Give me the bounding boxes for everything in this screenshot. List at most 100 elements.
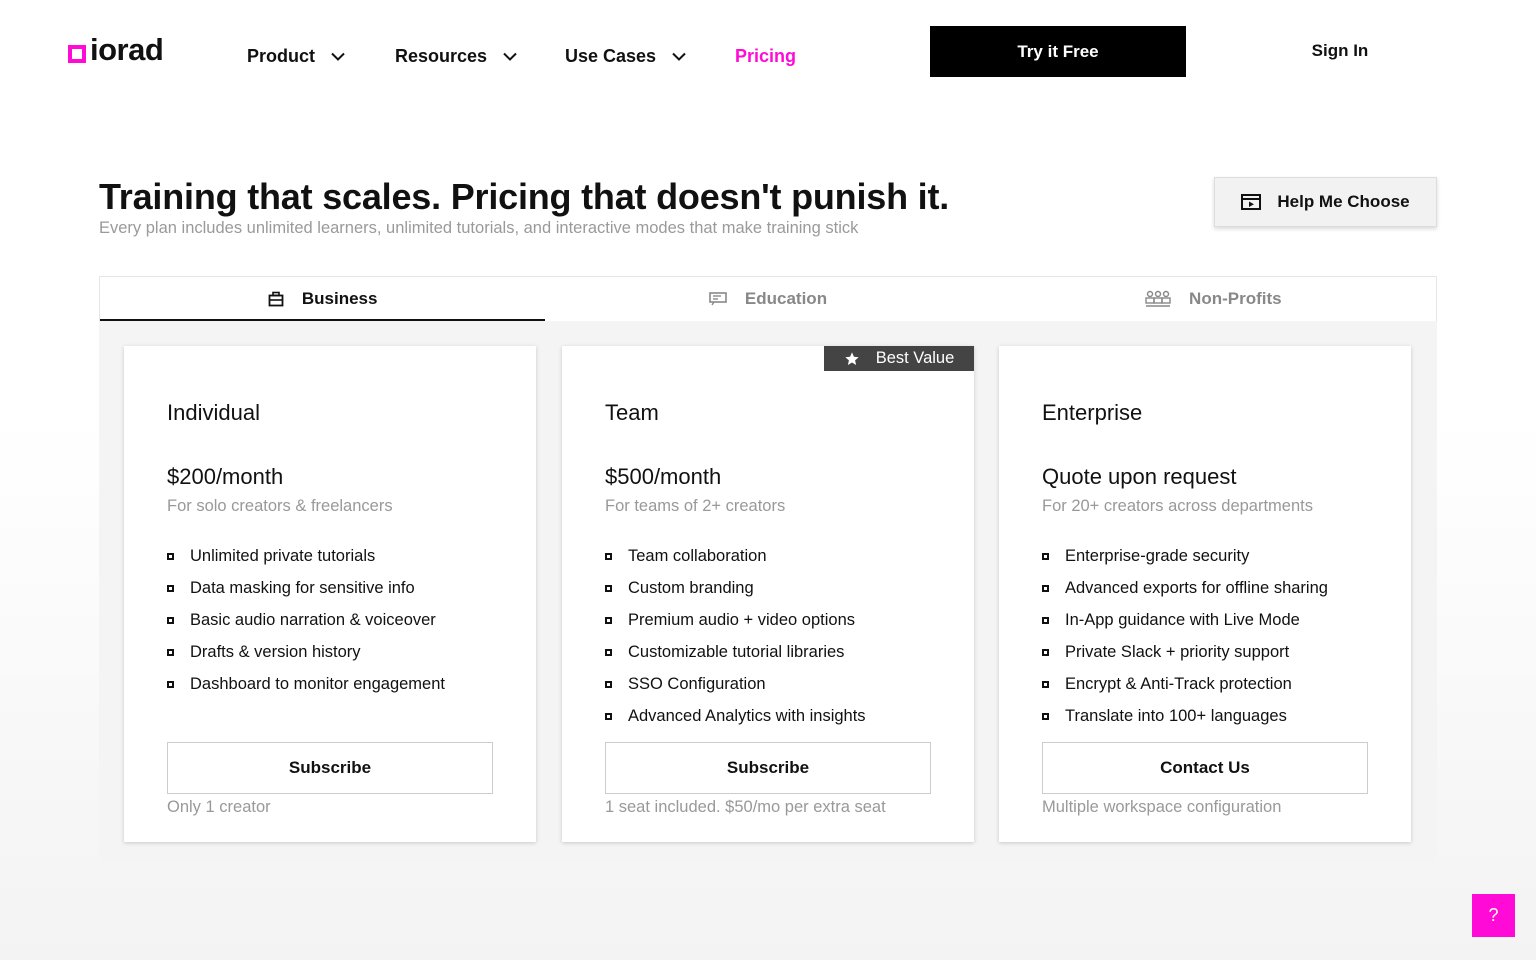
feature-item: Drafts & version history	[167, 636, 445, 668]
best-value-label: Best Value	[875, 349, 955, 367]
bullet-square-icon	[1042, 552, 1049, 560]
try-it-free-button[interactable]: Try it Free	[930, 26, 1186, 77]
nav-use-cases[interactable]: Use Cases	[565, 44, 686, 68]
plan-price: Quote upon request	[1042, 464, 1237, 489]
chevron-down-icon	[503, 52, 517, 61]
plan-description: For 20+ creators across departments	[1042, 497, 1313, 515]
bullet-square-icon	[167, 552, 174, 560]
bullet-square-icon	[167, 616, 174, 624]
plan-name: Individual	[167, 400, 260, 425]
feature-text: Premium audio + video options	[628, 610, 856, 629]
feature-item: Enterprise-grade security	[1042, 540, 1328, 572]
best-value-badge: Best Value	[824, 346, 974, 371]
feature-item: Data masking for sensitive info	[167, 572, 445, 604]
chevron-down-icon	[331, 52, 345, 61]
feature-text: Translate into 100+ languages	[1065, 706, 1287, 725]
nav-product[interactable]: Product	[247, 44, 345, 68]
feature-text: Unlimited private tutorials	[190, 546, 376, 565]
bullet-square-icon	[1042, 680, 1049, 688]
briefcase-icon	[268, 291, 284, 307]
plan-name: Enterprise	[1042, 400, 1143, 425]
plan-name: Team	[605, 400, 659, 425]
feature-item: Customizable tutorial libraries	[605, 636, 866, 668]
plan-footnote: 1 seat included. $50/mo per extra seat	[605, 798, 886, 816]
feature-text: Team collaboration	[628, 546, 767, 565]
help-question-button[interactable]: ?	[1472, 894, 1515, 937]
feature-item: Basic audio narration & voiceover	[167, 604, 445, 636]
feature-item: Unlimited private tutorials	[167, 540, 445, 572]
plan-footnote: Only 1 creator	[167, 798, 271, 816]
page-title: Training that scales. Pricing that doesn…	[99, 176, 950, 217]
bullet-square-icon	[167, 648, 174, 656]
bullet-square-icon	[605, 616, 612, 624]
contact-us-button[interactable]: Contact Us	[1042, 742, 1368, 794]
bullet-square-icon	[605, 552, 612, 560]
feature-text: Drafts & version history	[190, 642, 361, 661]
feature-text: SSO Configuration	[628, 674, 766, 693]
tab-non-profits[interactable]: Non-Profits	[991, 277, 1436, 321]
tab-education[interactable]: Education	[545, 277, 990, 321]
bullet-square-icon	[167, 680, 174, 688]
feature-item: Encrypt & Anti-Track protection	[1042, 668, 1328, 700]
bullet-square-icon	[1042, 648, 1049, 656]
page-subtitle: Every plan includes unlimited learners, …	[99, 219, 859, 237]
bullet-square-icon	[605, 680, 612, 688]
feature-list: Team collaboration Custom branding Premi…	[605, 540, 866, 732]
feature-text: Data masking for sensitive info	[190, 578, 415, 597]
feature-item: Translate into 100+ languages	[1042, 700, 1328, 732]
feature-item: In-App guidance with Live Mode	[1042, 604, 1328, 636]
feature-list: Unlimited private tutorials Data masking…	[167, 540, 445, 700]
feature-text: Customizable tutorial libraries	[628, 642, 845, 661]
plan-footnote: Multiple workspace configuration	[1042, 798, 1282, 816]
logo[interactable]: iorad	[68, 34, 164, 66]
feature-text: In-App guidance with Live Mode	[1065, 610, 1300, 629]
plan-price: $200/month	[167, 464, 284, 489]
bullet-square-icon	[605, 712, 612, 720]
feature-item: Premium audio + video options	[605, 604, 866, 636]
help-me-choose-button[interactable]: Help Me Choose	[1214, 177, 1437, 227]
plan-card-team: Best Value Team $500/month For teams of …	[562, 346, 974, 842]
plan-description: For teams of 2+ creators	[605, 497, 786, 515]
nav-resources-label: Resources	[395, 45, 488, 66]
feature-text: Encrypt & Anti-Track protection	[1065, 674, 1292, 693]
subscribe-team-button[interactable]: Subscribe	[605, 742, 931, 794]
bullet-square-icon	[1042, 712, 1049, 720]
logo-square-icon	[68, 45, 86, 63]
feature-text: Enterprise-grade security	[1065, 546, 1250, 565]
bullet-square-icon	[605, 584, 612, 592]
people-group-icon	[1145, 290, 1171, 307]
bullet-square-icon	[1042, 616, 1049, 624]
sign-in-link[interactable]: Sign In	[1290, 38, 1390, 64]
feature-item: Advanced Analytics with insights	[605, 700, 866, 732]
tab-education-label: Education	[744, 289, 828, 308]
feature-item: Advanced exports for offline sharing	[1042, 572, 1328, 604]
help-me-choose-label: Help Me Choose	[1277, 192, 1410, 211]
plan-card-individual: Individual $200/month For solo creators …	[124, 346, 536, 842]
nav-product-label: Product	[247, 45, 316, 66]
bullet-square-icon	[1042, 584, 1049, 592]
plan-card-enterprise: Enterprise Quote upon request For 20+ cr…	[999, 346, 1411, 842]
tab-business[interactable]: Business	[100, 277, 546, 321]
feature-text: Basic audio narration & voiceover	[190, 610, 436, 629]
bullet-square-icon	[605, 648, 612, 656]
feature-item: Dashboard to monitor engagement	[167, 668, 445, 700]
star-icon	[845, 351, 859, 365]
nav-pricing-label: Pricing	[735, 45, 797, 66]
nav-resources[interactable]: Resources	[395, 44, 517, 68]
feature-text: Dashboard to monitor engagement	[190, 674, 445, 693]
plan-category-tabs: Business Education Non-Profits	[99, 276, 1437, 321]
plan-price: $500/month	[605, 464, 722, 489]
play-window-icon	[1241, 194, 1262, 210]
tab-non-profits-label: Non-Profits	[1189, 289, 1282, 308]
whiteboard-icon	[709, 292, 727, 306]
feature-text: Private Slack + priority support	[1065, 642, 1290, 661]
plan-description: For solo creators & freelancers	[167, 497, 393, 515]
feature-item: Custom branding	[605, 572, 866, 604]
feature-text: Advanced exports for offline sharing	[1065, 578, 1328, 597]
tab-business-label: Business	[301, 289, 378, 308]
feature-text: Custom branding	[628, 578, 754, 597]
nav-pricing[interactable]: Pricing	[735, 44, 796, 68]
subscribe-individual-button[interactable]: Subscribe	[167, 742, 493, 794]
nav-use-cases-label: Use Cases	[565, 45, 657, 66]
feature-item: Private Slack + priority support	[1042, 636, 1328, 668]
